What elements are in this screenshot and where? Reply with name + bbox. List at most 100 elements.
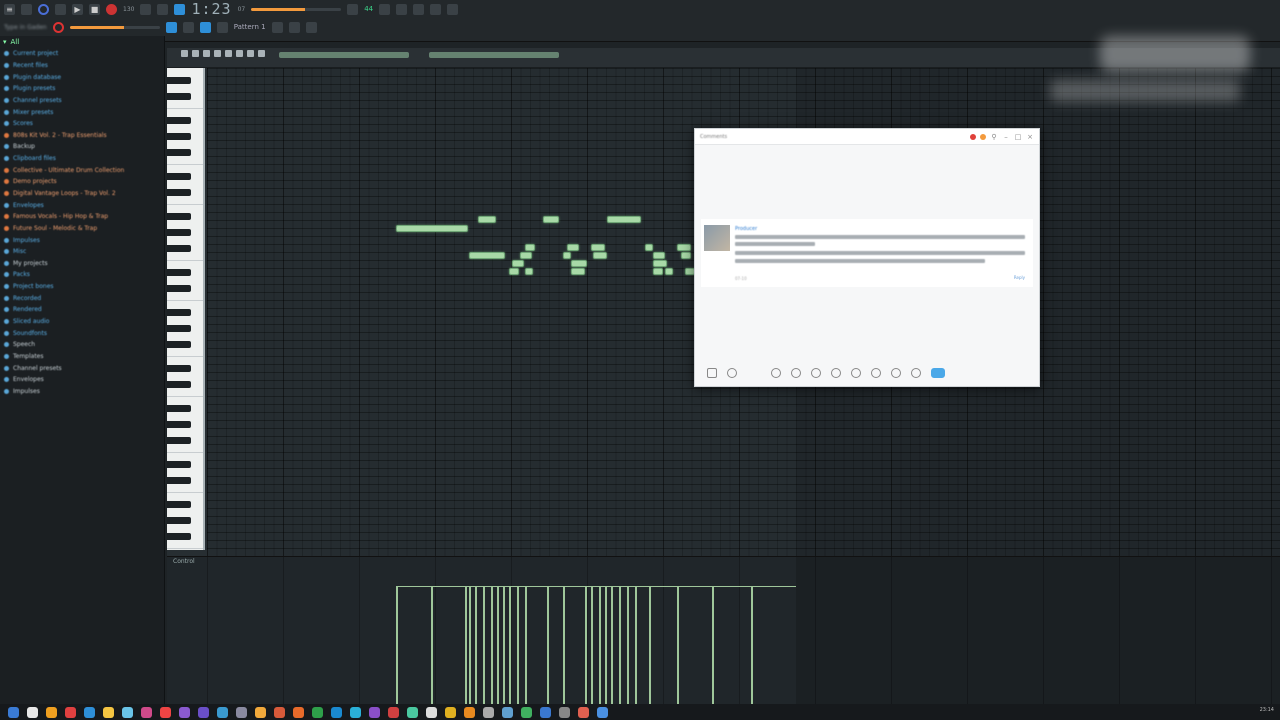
browser-item[interactable]: Soundfonts	[0, 327, 164, 339]
velocity-bar[interactable]	[619, 587, 621, 705]
midi-note[interactable]	[563, 252, 571, 259]
velocity-bar[interactable]	[483, 587, 485, 705]
taskbar-app-icon[interactable]	[350, 706, 361, 718]
midi-note[interactable]	[653, 268, 663, 275]
minimize-icon[interactable]: –	[1002, 133, 1010, 141]
taskbar-app-icon[interactable]	[236, 706, 247, 718]
browser-filter-icon[interactable]: ▾	[3, 38, 7, 46]
piano-keyboard[interactable]	[167, 68, 205, 550]
record-button[interactable]	[106, 3, 117, 15]
velocity-bar[interactable]	[677, 587, 679, 705]
heart-icon[interactable]	[727, 368, 737, 378]
black-key[interactable]	[167, 77, 191, 84]
velocity-bar[interactable]	[525, 587, 527, 705]
browser-item[interactable]: Future Soul - Melodic & Trap	[0, 223, 164, 235]
taskbar-app-icon[interactable]	[597, 706, 608, 718]
midi-note[interactable]	[525, 268, 533, 275]
velocity-bar[interactable]	[635, 587, 637, 705]
browser-item[interactable]: Rendered	[0, 304, 164, 316]
midi-note[interactable]	[567, 244, 579, 251]
black-key[interactable]	[167, 269, 191, 276]
browser-item[interactable]: Collective - Ultimate Drum Collection	[0, 164, 164, 176]
taskbar-app-icon[interactable]	[521, 706, 532, 718]
velocity-bar[interactable]	[563, 587, 565, 705]
taskbar-clock[interactable]: 23:14	[1260, 707, 1274, 713]
velocity-bar[interactable]	[599, 587, 601, 705]
browser-item[interactable]: Templates	[0, 351, 164, 363]
taskbar-app-icon[interactable]	[293, 706, 304, 718]
browser-item[interactable]: Plugin presets	[0, 83, 164, 95]
emoji-icon[interactable]	[811, 368, 821, 378]
taskbar-app-icon[interactable]	[426, 706, 437, 718]
velocity-bar[interactable]	[491, 587, 493, 705]
browser-item[interactable]: My projects	[0, 258, 164, 270]
menu-icon[interactable]: ≡	[4, 3, 15, 15]
midi-note[interactable]	[681, 252, 691, 259]
black-key[interactable]	[167, 477, 191, 484]
browser-item[interactable]: Demo projects	[0, 176, 164, 188]
zoom-note-tool-icon[interactable]	[247, 50, 254, 57]
browser-item[interactable]: Backup	[0, 141, 164, 153]
browser-item[interactable]: Envelopes	[0, 199, 164, 211]
home-icon[interactable]	[911, 368, 921, 378]
undo-icon[interactable]	[871, 368, 881, 378]
black-key[interactable]	[167, 501, 191, 508]
download-icon[interactable]	[831, 368, 841, 378]
snap-icon[interactable]	[157, 3, 169, 15]
delete-tool-icon[interactable]	[203, 50, 210, 57]
taskbar-app-icon[interactable]	[84, 706, 95, 718]
add-pattern-icon[interactable]	[271, 21, 283, 33]
taskbar-app-icon[interactable]	[464, 706, 475, 718]
midi-note[interactable]	[520, 252, 532, 259]
black-key[interactable]	[167, 309, 191, 316]
browser-item[interactable]: Recent files	[0, 60, 164, 72]
browser-item[interactable]: Speech	[0, 339, 164, 351]
midi-note[interactable]	[593, 252, 607, 259]
browser-item[interactable]: Impulses	[0, 386, 164, 398]
black-key[interactable]	[167, 325, 191, 332]
black-key[interactable]	[167, 229, 191, 236]
playback-tool-icon[interactable]	[258, 50, 265, 57]
taskbar-app-icon[interactable]	[141, 706, 152, 718]
mute-tool-icon[interactable]	[216, 21, 228, 33]
velocity-bar[interactable]	[396, 587, 398, 705]
pin-icon[interactable]: ⚲	[990, 133, 998, 141]
velocity-bar[interactable]	[465, 587, 467, 705]
channel-rack-icon[interactable]	[396, 3, 408, 15]
black-key[interactable]	[167, 149, 191, 156]
play-button[interactable]: ▶	[72, 3, 83, 15]
typing-keyboard-icon[interactable]	[140, 3, 152, 15]
taskbar-app-icon[interactable]	[331, 706, 342, 718]
velocity-bar[interactable]	[431, 587, 433, 705]
velocity-bar[interactable]	[517, 587, 519, 705]
master-volume-slider[interactable]	[251, 7, 342, 11]
comment-username[interactable]: Producer	[735, 226, 757, 232]
slice-tool-icon[interactable]	[225, 50, 232, 57]
zoom-tool-icon[interactable]	[305, 21, 317, 33]
taskbar-app-icon[interactable]	[312, 706, 323, 718]
black-key[interactable]	[167, 437, 191, 444]
velocity-bar[interactable]	[605, 587, 607, 705]
taskbar-app-icon[interactable]	[274, 706, 285, 718]
tempo-display[interactable]: 130	[123, 6, 134, 13]
comment-reply-link[interactable]: Reply	[1014, 275, 1025, 280]
velocity-bar[interactable]	[475, 587, 477, 705]
brush-tool-icon[interactable]	[192, 50, 199, 57]
velocity-bar[interactable]	[585, 587, 587, 705]
step-edit-icon[interactable]	[174, 3, 186, 15]
taskbar-app-icon[interactable]	[65, 706, 76, 718]
taskbar-app-icon[interactable]	[483, 706, 494, 718]
midi-note[interactable]	[645, 244, 653, 251]
midi-note[interactable]	[677, 244, 691, 251]
scissors-icon[interactable]	[771, 368, 781, 378]
orange-dot-icon[interactable]	[980, 133, 986, 140]
browser-item[interactable]: Project bones	[0, 281, 164, 293]
velocity-bar[interactable]	[469, 587, 471, 705]
velocity-bar[interactable]	[712, 587, 714, 705]
midi-note[interactable]	[512, 260, 524, 267]
browser-icon[interactable]	[447, 3, 459, 15]
draw-tool-icon[interactable]	[182, 21, 194, 33]
browser-item[interactable]: Sliced audio	[0, 316, 164, 328]
velocity-bar[interactable]	[591, 587, 593, 705]
velocity-bar[interactable]	[547, 587, 549, 705]
